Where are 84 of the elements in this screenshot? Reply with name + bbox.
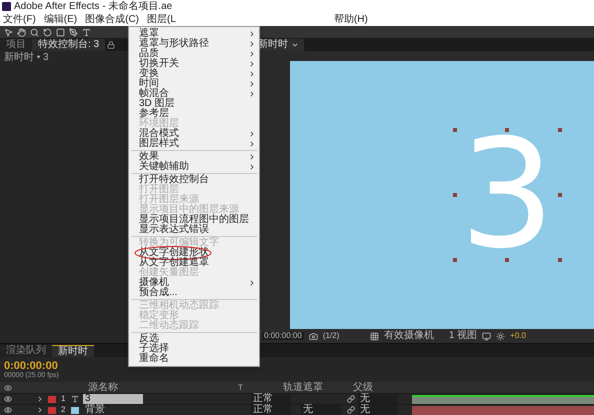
timeline-tab[interactable]: 新时时: [52, 345, 94, 357]
selection-handle[interactable]: [558, 128, 562, 132]
hand-tool-icon[interactable]: [17, 28, 26, 36]
layer-name[interactable]: 背景: [83, 405, 143, 415]
app-logo-icon: [2, 2, 11, 11]
context-menu-item[interactable]: 帧混合: [129, 89, 259, 99]
panel-tab[interactable]: 项目: [0, 39, 32, 51]
parent-dropdown[interactable]: 无: [358, 394, 398, 404]
context-menu-item[interactable]: 3D 图层: [129, 99, 259, 109]
layer-name[interactable]: 3: [83, 394, 143, 404]
pick-whip-icon[interactable]: [347, 395, 355, 403]
context-menu-item[interactable]: 混合模式: [129, 129, 259, 139]
exposure-value[interactable]: +0.0: [510, 332, 526, 340]
column-header: 源名称: [88, 382, 118, 392]
track-matte-dropdown[interactable]: 无: [301, 405, 341, 415]
current-timecode[interactable]: 0:00:00:00: [4, 360, 59, 372]
pick-whip-icon[interactable]: [347, 406, 355, 414]
layer-duration-bar[interactable]: [412, 394, 594, 404]
text-layer-icon: [71, 395, 79, 403]
context-menu-item[interactable]: 显示表达式错误: [129, 225, 259, 235]
lock-icon[interactable]: [107, 40, 116, 48]
layer-number: 2: [61, 406, 66, 414]
visibility-icon: [4, 384, 12, 392]
camera-icon[interactable]: [308, 332, 318, 340]
context-menu-item[interactable]: 关键帧辅助: [129, 162, 259, 172]
context-menu-item[interactable]: 重命名: [129, 354, 259, 364]
view-layout-dropdown[interactable]: 1 视图: [448, 331, 478, 341]
rotate-tool-icon[interactable]: [43, 28, 52, 36]
label-color-swatch[interactable]: [48, 396, 56, 402]
text-layer-glyph: 3: [460, 135, 555, 255]
context-menu-item[interactable]: 变换: [129, 69, 259, 79]
timeline-tab[interactable]: 渲染队列: [0, 345, 52, 357]
window-title: Adobe After Effects - 未命名项目.ae: [14, 2, 172, 12]
camera-dropdown[interactable]: 有效摄像机: [384, 331, 444, 341]
context-menu-item[interactable]: 时间: [129, 79, 259, 89]
context-menu-item[interactable]: 摄像机: [129, 278, 259, 288]
resolution-dropdown[interactable]: (1/2): [322, 332, 365, 340]
context-menu-item[interactable]: 子选择: [129, 344, 259, 354]
menu-item[interactable]: 帮助(H): [334, 14, 368, 24]
selection-handle[interactable]: [558, 258, 562, 262]
pen-tool-icon[interactable]: [69, 28, 78, 36]
column-header: T: [238, 384, 243, 392]
visibility-icon[interactable]: [4, 395, 12, 403]
context-menu-item[interactable]: 参考层: [129, 109, 259, 119]
timecode-field[interactable]: 0:00:00:00: [262, 332, 304, 340]
context-menu-item[interactable]: 品质: [129, 49, 259, 59]
exposure-icon[interactable]: [496, 332, 506, 340]
selection-handle[interactable]: [505, 128, 510, 132]
panel-tab[interactable]: 特效控制台: 3: [32, 39, 106, 51]
monitor-icon[interactable]: [482, 332, 492, 340]
menu-item[interactable]: 文件(F): [3, 14, 36, 24]
selection-handle[interactable]: [452, 193, 457, 197]
context-menu-item[interactable]: 预合成...: [129, 288, 259, 298]
parent-dropdown[interactable]: 无: [358, 405, 398, 415]
label-color-swatch[interactable]: [48, 406, 56, 414]
panel-header: 新时时 • 3: [4, 52, 49, 64]
column-header: 轨道遮罩: [282, 382, 323, 392]
selection-handle[interactable]: [558, 193, 562, 197]
menu-item[interactable]: 编辑(E): [44, 14, 78, 24]
context-menu-item[interactable]: 从文字创建遮罩: [129, 258, 259, 268]
context-menu-item[interactable]: 效果: [129, 152, 259, 162]
context-menu-item[interactable]: 切换开关: [129, 59, 259, 69]
context-menu-item[interactable]: 反选: [129, 334, 259, 344]
zoom-tool-icon[interactable]: [30, 28, 39, 36]
menu-item[interactable]: 图像合成(C): [85, 14, 140, 24]
context-menu-item[interactable]: 遮罩: [129, 29, 259, 39]
text-tool-icon[interactable]: [82, 28, 91, 36]
selection-handle[interactable]: [505, 258, 510, 262]
caret-icon: [291, 41, 299, 49]
layer-number: 1: [61, 395, 66, 403]
selection-tool-icon[interactable]: [4, 28, 13, 36]
mode-dropdown[interactable]: 正常: [251, 394, 291, 404]
mode-dropdown[interactable]: 正常: [251, 405, 291, 415]
context-menu-item[interactable]: 打开特效控制台: [129, 175, 259, 185]
selection-handle[interactable]: [452, 128, 457, 132]
solid-layer-icon: [71, 406, 79, 414]
context-menu-item[interactable]: 显示项目流程图中的图层: [129, 215, 259, 225]
grid-icon[interactable]: [370, 332, 379, 340]
column-header: 父级: [352, 382, 373, 392]
context-menu-item[interactable]: 图层样式: [129, 139, 259, 149]
menu-item[interactable]: 图层(L: [147, 14, 176, 24]
visibility-icon[interactable]: [4, 406, 12, 414]
rectangle-tool-icon[interactable]: [56, 28, 65, 36]
selection-handle[interactable]: [452, 258, 457, 262]
